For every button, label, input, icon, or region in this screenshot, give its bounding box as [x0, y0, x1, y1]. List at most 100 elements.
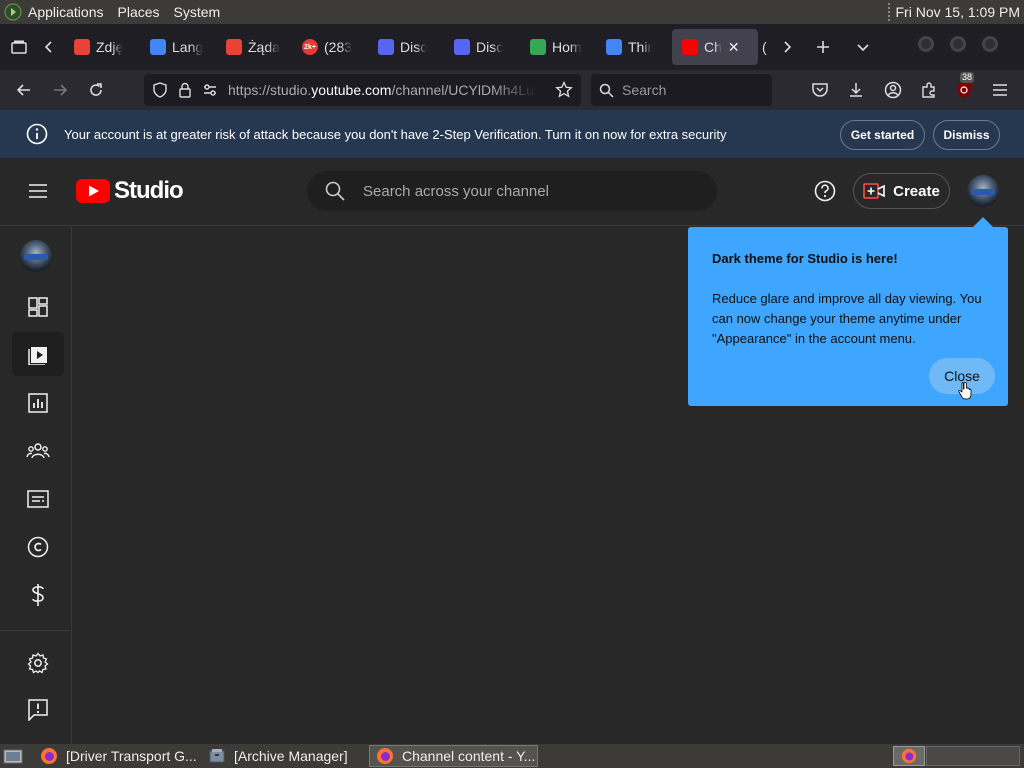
sidebar-item-content[interactable] [12, 332, 64, 376]
back-button[interactable] [6, 74, 42, 106]
menu-applications[interactable]: Applications [28, 4, 104, 20]
taskbar-item-channel-content[interactable]: Channel content - Y... [369, 745, 538, 767]
app-menu-button[interactable] [988, 78, 1012, 102]
ublock-icon [957, 82, 971, 98]
pocket-button[interactable] [808, 78, 832, 102]
chevron-right-icon [784, 41, 792, 53]
ublock-button[interactable]: 38 [952, 72, 976, 102]
tab-title: Lang [172, 39, 204, 55]
lock-icon[interactable] [178, 82, 192, 98]
new-tab-button[interactable] [808, 29, 838, 65]
avatar[interactable] [967, 175, 999, 207]
create-button[interactable]: Create [853, 173, 950, 209]
puzzle-icon [922, 82, 935, 98]
tab-title: Ch [704, 39, 722, 55]
sidebar-item-feedback[interactable] [12, 688, 64, 732]
get-started-button[interactable]: Get started [840, 120, 925, 150]
reload-button[interactable] [78, 74, 114, 106]
taskbar-item-archive-manager[interactable]: [Archive Manager] [202, 745, 366, 767]
tab-5[interactable]: Disc [444, 29, 520, 65]
menu-system[interactable]: System [174, 4, 221, 20]
permissions-icon[interactable] [202, 82, 218, 98]
sidebar-item-community[interactable] [12, 429, 64, 473]
tab-0[interactable]: Zdję [64, 29, 140, 65]
subtitles-icon [27, 490, 49, 508]
tab-title: Disc [400, 39, 428, 55]
url-bar[interactable]: https://studio.youtube.com/channel/UCYlD… [144, 74, 581, 106]
create-video-icon [863, 183, 885, 199]
sidebar-item-dashboard[interactable] [12, 285, 64, 329]
url-text: https://studio.youtube.com/channel/UCYlD… [228, 82, 534, 98]
archive-icon [209, 749, 225, 763]
tab-8[interactable]: Ch ✕ [672, 29, 758, 65]
tab-2[interactable]: Żąda [216, 29, 292, 65]
tab-title: (283 [324, 39, 353, 55]
firefox-icon [901, 748, 917, 764]
sidebar-item-earn[interactable] [12, 573, 64, 617]
close-tab-icon[interactable]: ✕ [728, 39, 740, 56]
list-all-tabs-button[interactable] [848, 29, 878, 65]
taskbar-item-label: Channel content - Y... [402, 748, 536, 764]
dark-theme-popup: Dark theme for Studio is here! Reduce gl… [688, 217, 1008, 406]
tab-1[interactable]: Lang [140, 29, 216, 65]
navigation-toolbar: https://studio.youtube.com/channel/UCYlD… [0, 70, 1024, 110]
sidebar-item-subtitles[interactable] [12, 477, 64, 521]
show-desktop-icon[interactable] [3, 747, 23, 765]
shield-icon[interactable] [152, 82, 168, 98]
forward-button[interactable] [42, 74, 78, 106]
workspace-2[interactable] [926, 746, 1020, 766]
tab-manager-button[interactable] [4, 29, 34, 65]
studio-logo-text: Studio [114, 177, 184, 204]
tab-overflow[interactable]: ( [758, 29, 772, 65]
extensions-button[interactable] [917, 78, 941, 102]
top-panel: Applications Places System Fri Nov 15, 1… [0, 0, 1024, 24]
google-icon [150, 39, 166, 55]
tab-4[interactable]: Disc [368, 29, 444, 65]
maximize-window-button[interactable] [950, 36, 966, 52]
taskbar-item-driver-transport[interactable]: [Driver Transport G... [34, 745, 200, 767]
dollar-icon [32, 584, 44, 606]
sidebar-item-copyright[interactable] [12, 525, 64, 569]
browser-search-input[interactable]: Search [591, 74, 772, 106]
notification-icon: 2k+ [302, 39, 318, 55]
copyright-icon [27, 536, 49, 558]
sidebar-item-settings[interactable] [12, 641, 64, 685]
dismiss-button[interactable]: Dismiss [933, 120, 1000, 150]
dashboard-icon [28, 297, 48, 317]
analytics-icon [28, 393, 48, 413]
pocket-icon [812, 83, 828, 97]
firefox-icon [41, 748, 57, 764]
discord-icon [378, 39, 394, 55]
menu-places[interactable]: Places [118, 4, 160, 20]
reload-icon [90, 83, 102, 96]
bookmark-star-icon[interactable] [555, 81, 573, 99]
tab-6[interactable]: Hom [520, 29, 596, 65]
close-window-button[interactable] [982, 36, 998, 52]
clock[interactable]: Fri Nov 15, 1:09 PM [896, 4, 1021, 20]
gnome-foot-icon[interactable] [4, 3, 22, 21]
studio-search-placeholder: Search across your channel [363, 182, 549, 200]
gear-icon [27, 652, 49, 674]
tab-7[interactable]: Thir [596, 29, 672, 65]
hamburger-menu-icon[interactable] [28, 183, 48, 199]
help-icon[interactable] [814, 180, 836, 202]
account-button[interactable] [881, 78, 905, 102]
tab-title: Zdję [96, 39, 124, 55]
minimize-window-button[interactable] [918, 36, 934, 52]
sidebar-item-analytics[interactable] [12, 381, 64, 425]
tab-3[interactable]: 2k+ (283 [292, 29, 368, 65]
scroll-tabs-left-button[interactable] [34, 29, 64, 65]
studio-search-input[interactable]: Search across your channel [307, 171, 717, 211]
taskbar-item-label: [Driver Transport G... [66, 748, 197, 764]
studio-header: Studio Search across your channel Create [0, 158, 1024, 226]
studio-logo[interactable]: Studio [76, 177, 184, 205]
downloads-button[interactable] [844, 78, 868, 102]
scroll-tabs-right-button[interactable] [772, 29, 802, 65]
arrow-right-icon [54, 84, 68, 96]
gmail-icon [226, 39, 242, 55]
info-icon [26, 123, 48, 145]
channel-avatar[interactable] [20, 240, 52, 272]
popup-body: Reduce glare and improve all day viewing… [712, 291, 982, 346]
content-icon [28, 347, 47, 365]
workspace-switcher[interactable] [893, 746, 925, 766]
